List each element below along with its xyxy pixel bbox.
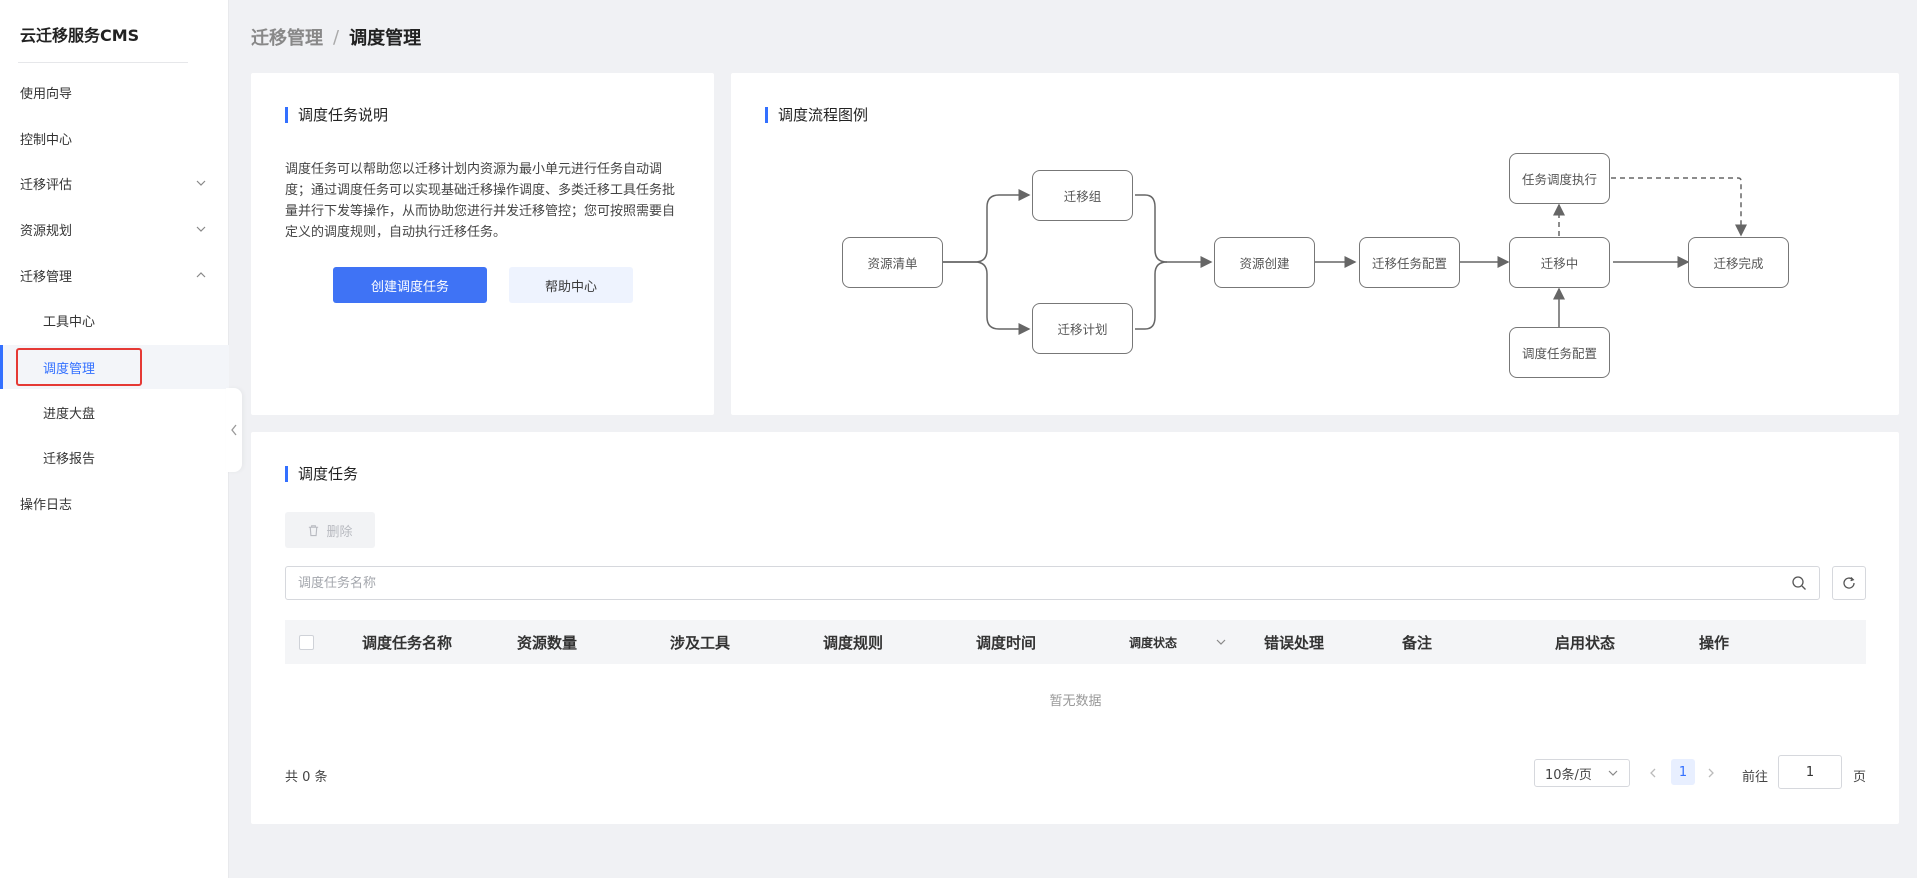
sidebar-item-logs[interactable]: 操作日志 <box>0 481 229 525</box>
page-size-select[interactable]: 10条/页 <box>1534 759 1630 787</box>
flow-node-schedule-exec: 任务调度执行 <box>1509 153 1610 204</box>
brand-title: 云迁移服务CMS <box>20 26 140 45</box>
column-enabled: 启用状态 <box>1555 633 1616 652</box>
chevron-down-icon <box>1216 639 1226 645</box>
flow-card: 调度流程图例 资源清单 迁移组 迁移计划 资源创建 迁移任务配置 迁移中 迁移完… <box>731 73 1899 415</box>
chevron-left-icon <box>231 424 237 436</box>
refresh-icon <box>1843 577 1855 589</box>
sidebar-item-label: 迁移报告 <box>43 451 96 467</box>
search-box <box>285 566 1820 600</box>
sidebar-item-label: 操作日志 <box>20 497 73 513</box>
sidebar-item-label: 进度大盘 <box>43 406 96 422</box>
sidebar-item-planning[interactable]: 资源规划 <box>0 207 229 251</box>
total-count: 共 0 条 <box>285 770 328 785</box>
column-error: 错误处理 <box>1264 633 1325 652</box>
flow-node-migration-group: 迁移组 <box>1032 170 1133 221</box>
breadcrumb-parent[interactable]: 迁移管理 <box>251 24 323 50</box>
column-status-filter[interactable]: 调度状态 <box>1129 620 1239 664</box>
page-number-current[interactable]: 1 <box>1671 759 1695 785</box>
goto-page-input[interactable] <box>1778 755 1842 789</box>
breadcrumb-separator: / <box>333 26 340 48</box>
sidebar-item-report[interactable]: 迁移报告 <box>0 435 229 479</box>
chevron-up-icon <box>196 272 206 278</box>
sidebar-item-schedule[interactable]: 调度管理 <box>0 345 229 389</box>
table-header: 调度任务名称 资源数量 涉及工具 调度规则 调度时间 调度状态 错误处理 备注 … <box>285 620 1866 664</box>
column-name: 调度任务名称 <box>362 633 453 652</box>
sidebar-item-guide[interactable]: 使用向导 <box>0 70 229 114</box>
column-action: 操作 <box>1699 633 1730 652</box>
breadcrumb: 迁移管理 / 调度管理 <box>251 24 421 50</box>
empty-state: 暂无数据 <box>1049 694 1102 709</box>
goto-label: 前往 <box>1742 770 1769 785</box>
sidebar-item-label: 控制中心 <box>20 132 73 148</box>
column-time: 调度时间 <box>976 633 1037 652</box>
sidebar-item-tools[interactable]: 工具中心 <box>0 298 229 342</box>
search-input[interactable] <box>298 575 1791 591</box>
intro-description: 调度任务可以帮助您以迁移计划内资源为最小单元进行任务自动调度；通过调度任务可以实… <box>285 162 676 240</box>
chevron-left-icon <box>1650 768 1656 778</box>
select-all-checkbox[interactable] <box>299 635 314 650</box>
flow-node-migrating: 迁移中 <box>1509 237 1610 288</box>
flow-node-migration-done: 迁移完成 <box>1688 237 1789 288</box>
flow-node-resource-create: 资源创建 <box>1214 237 1315 288</box>
sidebar-item-label: 使用向导 <box>20 86 73 102</box>
search-icon[interactable] <box>1791 575 1807 591</box>
create-task-button[interactable]: 创建调度任务 <box>333 267 487 303</box>
flow-node-task-config: 迁移任务配置 <box>1359 237 1460 288</box>
flow-node-resource-list: 资源清单 <box>842 237 943 288</box>
sidebar-item-assess[interactable]: 迁移评估 <box>0 161 229 205</box>
tasks-card: 调度任务 删除 调度任务名称 资源数量 涉及工具 调度规则 调度时间 调度状态 … <box>251 432 1899 824</box>
column-rule: 调度规则 <box>823 633 884 652</box>
column-remark: 备注 <box>1402 633 1433 652</box>
flow-node-schedule-config: 调度任务配置 <box>1509 327 1610 378</box>
sidebar-item-label: 工具中心 <box>43 314 96 330</box>
sidebar-collapse-button[interactable] <box>226 388 242 472</box>
flow-node-migration-plan: 迁移计划 <box>1032 303 1133 354</box>
page-title: 调度管理 <box>349 28 422 49</box>
column-count: 资源数量 <box>517 633 578 652</box>
sidebar-item-progress[interactable]: 进度大盘 <box>0 390 229 434</box>
column-tools: 涉及工具 <box>670 633 731 652</box>
help-center-button[interactable]: 帮助中心 <box>509 267 633 303</box>
sidebar-item-label: 迁移评估 <box>20 177 73 193</box>
page-size-value: 10条/页 <box>1545 767 1592 783</box>
sidebar: 云迁移服务CMS 使用向导 控制中心 迁移评估 资源规划 迁移管理 工具中心 调… <box>0 0 229 878</box>
sidebar-item-label: 调度管理 <box>43 361 96 377</box>
chevron-down-icon <box>1608 770 1618 776</box>
chevron-right-icon <box>1708 768 1714 778</box>
next-page-button[interactable] <box>1703 762 1719 784</box>
sidebar-item-label: 迁移管理 <box>20 269 73 285</box>
brand-divider <box>18 62 188 63</box>
sidebar-item-label: 资源规划 <box>20 223 73 239</box>
delete-button[interactable]: 删除 <box>285 512 375 548</box>
intro-card: 调度任务说明 调度任务可以帮助您以迁移计划内资源为最小单元进行任务自动调度；通过… <box>251 73 714 415</box>
delete-button-label: 删除 <box>326 524 353 540</box>
sidebar-item-control[interactable]: 控制中心 <box>0 116 229 160</box>
trash-icon <box>309 524 319 536</box>
column-status-label: 调度状态 <box>1129 635 1178 650</box>
tasks-title: 调度任务 <box>285 466 358 482</box>
intro-title: 调度任务说明 <box>285 107 388 123</box>
prev-page-button[interactable] <box>1645 762 1661 784</box>
chevron-down-icon <box>196 180 206 186</box>
chevron-down-icon <box>196 226 206 232</box>
sidebar-item-manage[interactable]: 迁移管理 <box>0 253 229 297</box>
page-suffix: 页 <box>1853 770 1867 785</box>
refresh-button[interactable] <box>1832 566 1866 600</box>
